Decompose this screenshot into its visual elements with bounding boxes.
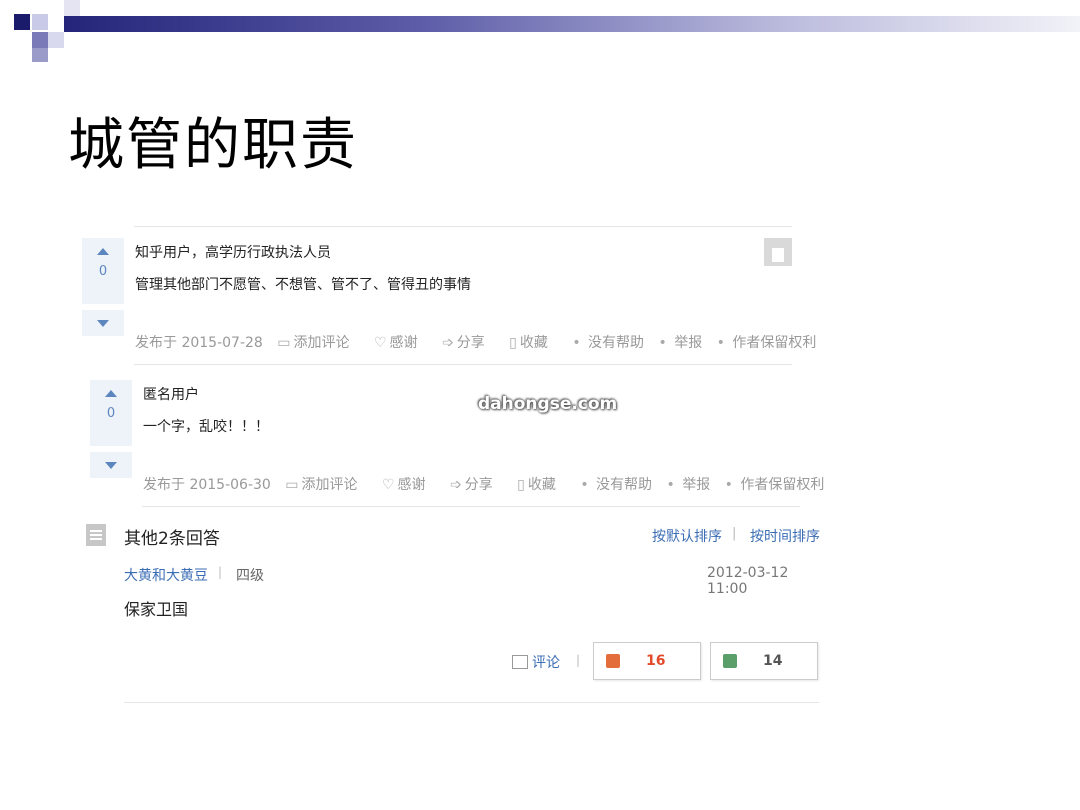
slide-corner-decoration: [0, 0, 90, 70]
copyright-link-2[interactable]: 作者保留权利: [740, 477, 824, 493]
user-separator: |: [218, 565, 223, 579]
action-separator: |: [576, 653, 581, 667]
share-link-1[interactable]: ➩ 分享: [442, 335, 495, 351]
share-icon: ➩: [441, 335, 454, 351]
answer-author-2: 匿名用户: [143, 387, 199, 403]
thumbs-down-icon: [723, 654, 737, 668]
bookmark-icon: ▯: [517, 477, 525, 493]
dot-separator: •: [580, 477, 589, 493]
arrow-up-icon: [97, 248, 109, 255]
publish-date-2[interactable]: 发布于 2015-06-30: [143, 477, 271, 493]
sort-separator: |: [732, 526, 737, 541]
publish-date-1[interactable]: 发布于 2015-07-28: [135, 335, 263, 351]
report-link-2[interactable]: 举报: [682, 477, 710, 493]
comment-icon: [512, 655, 528, 669]
like-count: 16: [646, 653, 666, 669]
thanks-link-2[interactable]: ♡ 感谢: [382, 477, 436, 493]
thumbs-up-icon: [606, 654, 620, 668]
dislike-button[interactable]: 14: [710, 642, 818, 680]
answer-text: 保家卫国: [124, 600, 189, 619]
collect-link-2[interactable]: ▯ 收藏: [517, 477, 566, 493]
heart-icon: ♡: [381, 477, 395, 493]
comment-icon: ▭: [285, 477, 299, 493]
dot-separator: •: [716, 335, 725, 351]
answer-content-1: 管理其他部门不愿管、不想管、管不了、管得丑的事情: [135, 277, 471, 293]
answer-meta-2: 发布于 2015-06-30 ▭ 添加评论 ♡ 感谢 ➩ 分享 ▯ 收藏 • 没有帮助 …: [143, 474, 834, 494]
vote-count-1: 0: [98, 264, 108, 279]
dot-separator: •: [666, 477, 675, 493]
unhelpful-link-1[interactable]: 没有帮助: [588, 335, 644, 351]
answer-content-2: 一个字，乱咬！！！: [143, 419, 269, 435]
watermark: dahongse.com: [478, 394, 618, 414]
comment-icon: ▭: [277, 335, 291, 351]
collect-link-1[interactable]: ▯ 收藏: [509, 335, 558, 351]
dot-separator: •: [724, 477, 733, 493]
unhelpful-link-2[interactable]: 没有帮助: [596, 477, 652, 493]
dislike-count: 14: [763, 653, 783, 669]
qa-screenshot: 0 知乎用户，高学历行政执法人员 管理其他部门不愿管、不想管、管不了、管得丑的事…: [78, 222, 826, 712]
slide-header-bar: [64, 16, 1080, 32]
report-link-1[interactable]: 举报: [674, 335, 702, 351]
sort-time-link[interactable]: 按时间排序: [750, 526, 820, 546]
upvote-button-2[interactable]: 0: [90, 380, 132, 446]
arrow-up-icon: [105, 390, 117, 397]
bookmark-icon: ▯: [509, 335, 517, 351]
answer-timestamp: 2012-03-12 11:00: [707, 565, 789, 597]
dot-separator: •: [658, 335, 667, 351]
add-comment-link-1[interactable]: ▭ 添加评论: [277, 335, 359, 351]
downvote-button-2[interactable]: [90, 452, 132, 478]
like-button[interactable]: 16: [593, 642, 701, 680]
comment-button[interactable]: 评论: [512, 652, 560, 672]
other-answers-title: 其他2条回答: [124, 529, 220, 549]
sort-default-link[interactable]: 按默认排序: [652, 526, 722, 546]
answer-user-link[interactable]: 大黄和大黄豆: [124, 565, 208, 585]
downvote-button-1[interactable]: [82, 310, 124, 336]
dot-separator: •: [572, 335, 581, 351]
arrow-down-icon: [105, 462, 117, 469]
share-icon: ➩: [449, 477, 462, 493]
add-comment-link-2[interactable]: ▭ 添加评论: [285, 477, 367, 493]
avatar[interactable]: [764, 238, 792, 266]
thanks-link-1[interactable]: ♡ 感谢: [374, 335, 428, 351]
share-link-2[interactable]: ➩ 分享: [450, 477, 503, 493]
slide-title: 城管的职责: [68, 113, 358, 178]
user-level: 四级: [236, 568, 264, 584]
heart-icon: ♡: [373, 335, 387, 351]
list-icon: [86, 524, 106, 546]
upvote-button-1[interactable]: 0: [82, 238, 124, 304]
arrow-down-icon: [97, 320, 109, 327]
copyright-link-1[interactable]: 作者保留权利: [732, 335, 816, 351]
answer-author-1[interactable]: 知乎用户，高学历行政执法人员: [135, 242, 331, 262]
answer-meta-1: 发布于 2015-07-28 ▭ 添加评论 ♡ 感谢 ➩ 分享 ▯ 收藏 • 没有帮助 …: [135, 332, 826, 352]
vote-count-2: 0: [106, 406, 116, 421]
